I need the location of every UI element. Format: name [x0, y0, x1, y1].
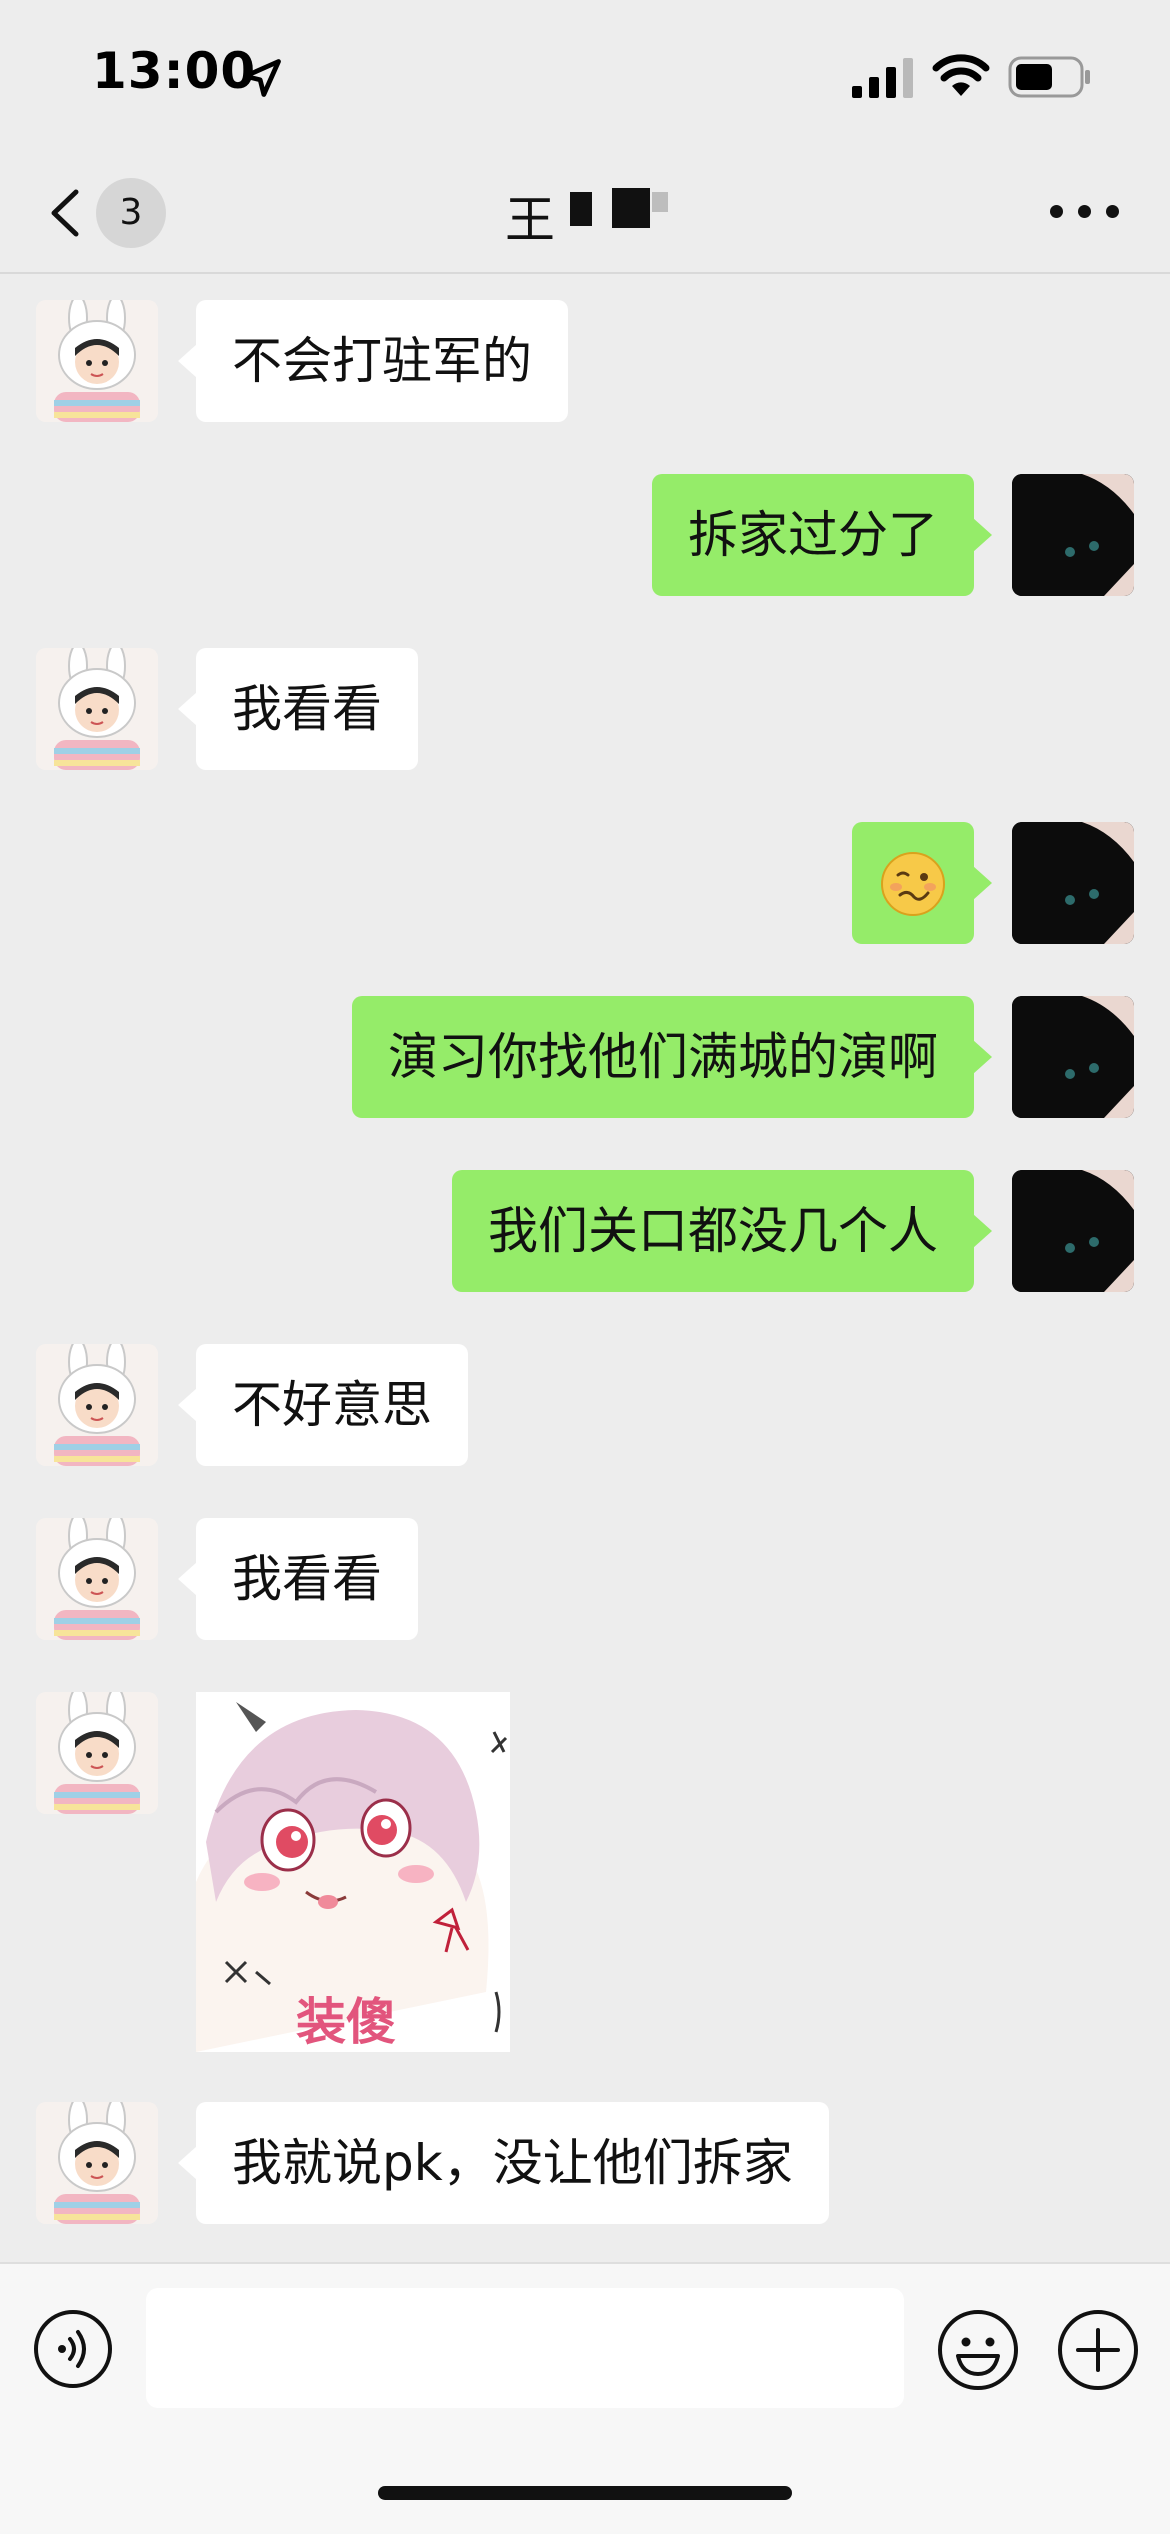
chat-title: 王	[505, 180, 555, 252]
bunny-hood-avatar-image	[36, 648, 158, 770]
smiley-icon[interactable]	[936, 2308, 1020, 2392]
emoji-message-bubble[interactable]	[852, 822, 992, 944]
ellipsis-icon	[1106, 205, 1119, 218]
input-bar	[0, 2262, 1170, 2534]
battery-icon	[1008, 56, 1090, 98]
back-button[interactable]: 3	[36, 174, 186, 250]
message-bubble[interactable]: 我们关口都没几个人	[452, 1170, 992, 1292]
bunny-hood-avatar-image	[36, 1518, 158, 1640]
home-indicator[interactable]	[378, 2486, 792, 2500]
unread-count-badge: 3	[96, 178, 166, 248]
status-bar: 13:00	[0, 0, 1170, 150]
contact-avatar[interactable]	[36, 648, 158, 770]
contact-avatar[interactable]	[36, 2102, 158, 2224]
location-arrow-icon	[243, 59, 281, 97]
contact-avatar[interactable]	[36, 1692, 158, 1814]
contact-avatar[interactable]	[36, 1518, 158, 1640]
my-avatar[interactable]	[1012, 1170, 1134, 1292]
bunny-hood-avatar-image	[36, 300, 158, 422]
bunny-hood-avatar-image	[36, 1692, 158, 1814]
message-bubble[interactable]: 我就说pk，没让他们拆家	[178, 2102, 829, 2224]
woozy-face-icon	[881, 851, 945, 916]
wifi-icon	[932, 54, 990, 96]
ellipsis-icon	[1078, 205, 1091, 218]
my-avatar[interactable]	[1012, 822, 1134, 944]
message-bubble[interactable]: 演习你找他们满城的演啊	[352, 996, 992, 1118]
contact-avatar[interactable]	[36, 1344, 158, 1466]
more-options-button[interactable]	[1050, 192, 1120, 232]
message-input[interactable]	[146, 2288, 904, 2408]
chevron-left-icon	[51, 189, 79, 237]
message-list[interactable]: 不会打驻军的 拆家过分了 我看看 演习你找他们满城的演啊 我们关口都没几个人 不…	[0, 272, 1170, 2262]
sticker-caption: 装傻	[296, 1993, 396, 2051]
sticker-message[interactable]: 装傻	[196, 1692, 510, 2052]
message-bubble[interactable]: 拆家过分了	[652, 474, 992, 596]
redacted-name	[570, 192, 592, 226]
ellipsis-icon	[1050, 205, 1063, 218]
redacted-name	[612, 188, 650, 228]
bunny-hood-avatar-image	[36, 2102, 158, 2224]
bunny-hood-avatar-image	[36, 1344, 158, 1466]
black-cat-avatar-image	[1012, 1170, 1134, 1292]
black-cat-avatar-image	[1012, 474, 1134, 596]
contact-avatar[interactable]	[36, 300, 158, 422]
chat-title-text: 王	[505, 191, 555, 249]
my-avatar[interactable]	[1012, 474, 1134, 596]
voice-icon[interactable]	[32, 2308, 114, 2390]
message-bubble[interactable]: 不会打驻军的	[178, 300, 568, 422]
message-bubble[interactable]: 我看看	[178, 1518, 418, 1640]
message-bubble[interactable]: 不好意思	[178, 1344, 468, 1466]
status-time: 13:00	[92, 42, 257, 100]
redacted-name	[652, 192, 668, 212]
cellular-signal-icon	[852, 58, 913, 98]
my-avatar[interactable]	[1012, 996, 1134, 1118]
plus-circle-icon[interactable]	[1056, 2308, 1140, 2392]
black-cat-avatar-image	[1012, 996, 1134, 1118]
chat-header: 3 王	[0, 150, 1170, 274]
black-cat-avatar-image	[1012, 822, 1134, 944]
message-bubble[interactable]: 我看看	[178, 648, 418, 770]
